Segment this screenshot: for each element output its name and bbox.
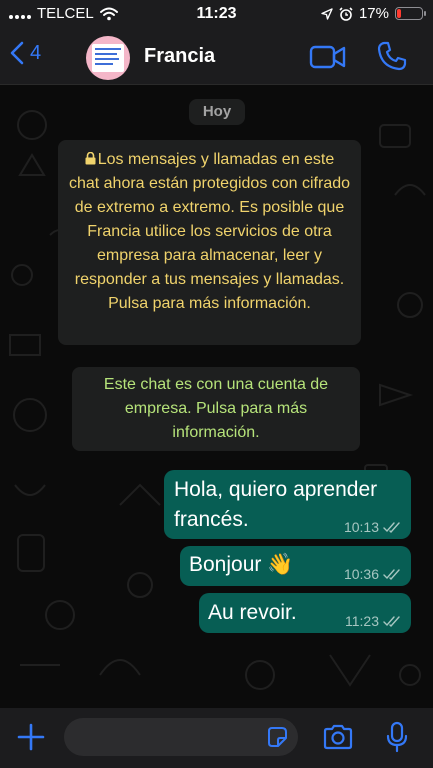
message-time: 10:13 (343, 519, 379, 535)
message-time: 11:23 (345, 613, 379, 629)
chevron-left-icon (10, 41, 24, 65)
encryption-notice[interactable]: Los mensajes y llamadas en este chat aho… (58, 140, 361, 345)
avatar[interactable] (86, 36, 130, 80)
read-receipt-icon (383, 521, 400, 533)
business-account-notice[interactable]: Este chat es con una cuenta de empresa. … (72, 367, 360, 451)
camera-icon[interactable] (322, 723, 354, 751)
message-time: 10:36 (343, 566, 379, 582)
date-divider: Hoy (189, 99, 245, 125)
message-input[interactable] (64, 718, 298, 756)
status-bar: TELCEL 11:23 17% (0, 0, 433, 30)
lock-icon (85, 152, 96, 165)
back-button[interactable]: 4 (10, 41, 41, 65)
message-meta: 10:13 (344, 519, 401, 535)
chat-area[interactable]: Hoy Los mensajes y llamadas en este chat… (0, 85, 433, 708)
chat-header: 4 Francia (0, 30, 433, 85)
unread-count: 4 (30, 41, 42, 64)
encryption-notice-text: Los mensajes y llamadas en este chat aho… (68, 151, 351, 312)
microphone-icon[interactable] (385, 721, 409, 753)
phone-call-button[interactable] (376, 40, 408, 72)
read-receipt-icon (383, 615, 400, 627)
read-receipt-icon (383, 568, 400, 580)
battery-icon (395, 7, 426, 20)
message-text: Bonjour 👋 (189, 553, 294, 576)
location-arrow-icon (321, 7, 333, 20)
message-meta: 10:36 (344, 566, 401, 582)
contact-name[interactable]: Francia (144, 45, 215, 68)
business-notice-text: Este chat es con una cuenta de empresa. … (103, 376, 329, 441)
composer-bar (0, 708, 433, 768)
message-bubble[interactable]: Bonjour 👋 10:36 (180, 546, 411, 586)
video-call-button[interactable] (309, 44, 347, 70)
message-meta: 11:23 (345, 613, 401, 629)
status-right: 17% (321, 5, 426, 22)
sticker-icon[interactable] (266, 726, 288, 748)
message-bubble[interactable]: Hola, quiero aprender francés. 10:13 (164, 470, 411, 539)
battery-percent: 17% (358, 5, 389, 22)
alarm-icon (339, 6, 353, 21)
message-text: Au revoir. (208, 601, 297, 624)
plus-icon[interactable] (16, 722, 46, 752)
message-bubble[interactable]: Au revoir. 11:23 (199, 593, 411, 633)
